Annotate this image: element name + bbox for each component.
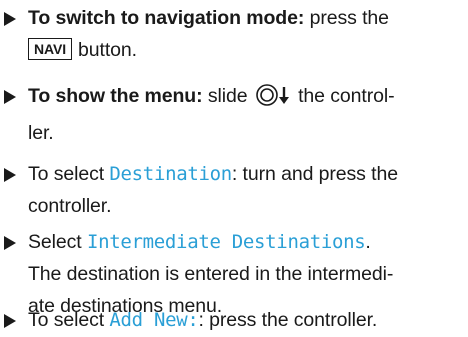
step-body: Select: [28, 231, 82, 253]
display-term-intermediate-destinations: Intermediate Destinations: [86, 231, 366, 253]
step-body: press the: [309, 7, 389, 29]
step-text-line-2: The destination is entered in the interm…: [28, 258, 468, 290]
controller-slide-down-icon: [255, 83, 293, 117]
step-body: the control-: [298, 85, 395, 107]
step-text: To select Add New:: press the controller…: [28, 304, 468, 336]
step-body: button.: [78, 39, 137, 61]
step-select-add-new: To select Add New:: press the controller…: [0, 304, 468, 336]
step-body: .: [365, 231, 371, 253]
step-lead: To switch to navigation mode:: [28, 7, 305, 29]
step-text-line-2: controller.: [28, 190, 468, 222]
instruction-list: To switch to navigation mode: press the …: [0, 0, 468, 337]
step-text: To select Destination: turn and press th…: [28, 158, 468, 190]
step-text-line-2: NAVI button.: [28, 34, 468, 66]
bullet-arrow-icon: [4, 12, 16, 26]
display-term-add-new: Add New:: [109, 309, 199, 331]
step-body: slide: [207, 85, 248, 107]
step-text: To show the menu: slide the control-: [28, 80, 468, 117]
step-show-menu: To show the menu: slide the control- ler…: [0, 80, 468, 149]
bullet-arrow-icon: [4, 314, 16, 328]
step-lead: To show the menu:: [28, 85, 203, 107]
step-body: To select: [28, 309, 105, 331]
step-select-destination: To select Destination: turn and press th…: [0, 158, 468, 222]
bullet-arrow-icon: [4, 90, 16, 104]
bullet-arrow-icon: [4, 236, 16, 250]
step-text: Select Intermediate Destinations.: [28, 226, 468, 258]
step-switch-navigation: To switch to navigation mode: press the …: [0, 2, 468, 66]
step-body: controller.: [28, 195, 112, 217]
bullet-arrow-icon: [4, 168, 16, 182]
display-term-destination: Destination: [109, 163, 232, 185]
navi-key-label: NAVI: [28, 38, 73, 60]
step-body: : turn and press the: [231, 163, 398, 185]
step-body: The destination is entered in the interm…: [28, 263, 394, 285]
step-body: To select: [28, 163, 105, 185]
step-text: To switch to navigation mode: press the: [28, 2, 468, 34]
step-body: ler.: [28, 122, 54, 144]
step-body: : press the controller.: [198, 309, 378, 331]
step-text-line-2: ler.: [28, 117, 468, 149]
